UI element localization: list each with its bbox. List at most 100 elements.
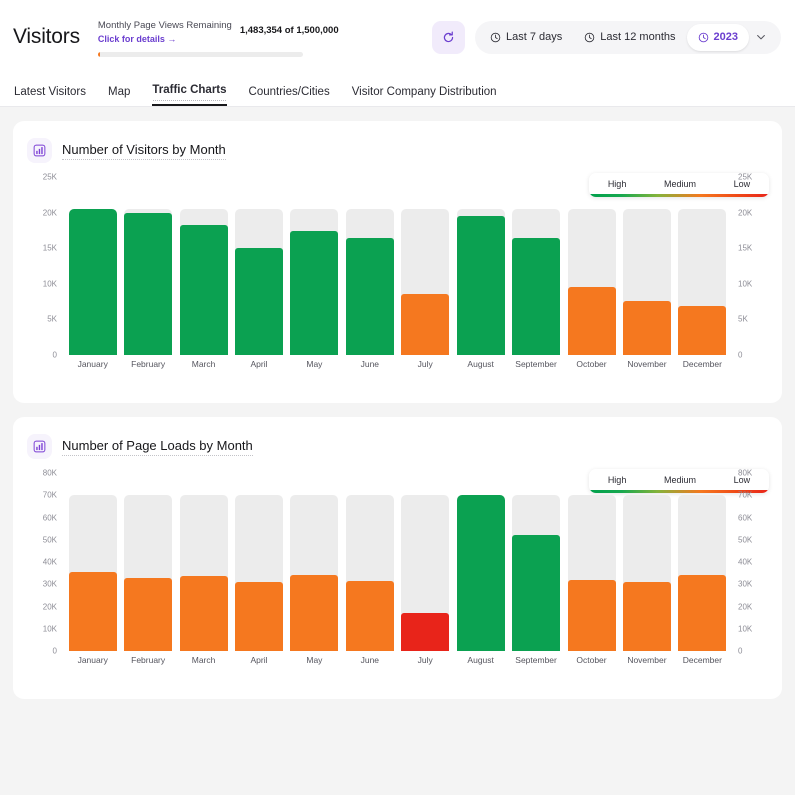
bar-fill (69, 209, 117, 355)
bar-track (678, 209, 726, 355)
bar-track (290, 209, 338, 355)
y-axis-right: 010K20K30K40K50K60K70K80K (738, 473, 768, 651)
charts-content: Number of Visitors by Month High Medium … (0, 107, 795, 699)
y-tick-right: 20K (738, 602, 768, 611)
bar-fill (124, 578, 172, 651)
y-tick-right: 5K (738, 315, 768, 324)
bar-chart-icon (27, 138, 52, 163)
bar-fill (568, 580, 616, 651)
quota-details-link[interactable]: Click for details → (98, 33, 232, 45)
filter-last-7-days-label: Last 7 days (506, 31, 562, 43)
visitors-dashboard: Visitors Monthly Page Views Remaining Cl… (0, 0, 795, 795)
card-title[interactable]: Number of Page Loads by Month (62, 438, 253, 456)
bar-track (290, 495, 338, 651)
y-tick-left: 70K (27, 491, 57, 500)
bar-column[interactable] (675, 177, 730, 355)
bar-track (678, 495, 726, 651)
header-controls: Last 7 days Last 12 months 2023 (432, 21, 781, 54)
x-axis-label: May (287, 655, 342, 665)
bar-column[interactable] (176, 473, 231, 651)
bar-column[interactable] (619, 177, 674, 355)
quota-progress-bar (98, 52, 303, 57)
x-axis-label: August (453, 655, 508, 665)
y-tick-right: 0 (738, 647, 768, 656)
date-range-group: Last 7 days Last 12 months 2023 (475, 21, 781, 54)
bar-column[interactable] (287, 473, 342, 651)
bar-column[interactable] (453, 177, 508, 355)
bar-track (346, 495, 394, 651)
bar-track (401, 209, 449, 355)
bar-column[interactable] (508, 177, 563, 355)
bar-fill (180, 576, 228, 651)
filter-year-2023[interactable]: 2023 (687, 24, 749, 51)
quota-label: Monthly Page Views Remaining (98, 20, 232, 32)
tab-latest-visitors[interactable]: Latest Visitors (14, 86, 86, 106)
bar-column[interactable] (398, 177, 453, 355)
x-axis-labels: JanuaryFebruaryMarchAprilMayJuneJulyAugu… (65, 655, 730, 665)
bar-track (69, 209, 117, 355)
x-axis-label: February (120, 359, 175, 369)
x-axis-label: June (342, 359, 397, 369)
bar-column[interactable] (398, 473, 453, 651)
tab-map[interactable]: Map (108, 86, 130, 106)
bar-column[interactable] (508, 473, 563, 651)
x-axis-label: April (231, 655, 286, 665)
y-axis-right: 05K10K15K20K25K (738, 177, 768, 355)
bar-fill (623, 301, 671, 355)
y-axis-left: 05K10K15K20K25K (27, 177, 57, 355)
page-loads-chart-card: Number of Page Loads by Month High Mediu… (13, 417, 782, 699)
date-range-expand-button[interactable] (749, 31, 777, 43)
bar-fill (457, 495, 505, 651)
bar-column[interactable] (120, 177, 175, 355)
y-tick-right: 0 (738, 351, 768, 360)
x-axis-label: May (287, 359, 342, 369)
bar-track (512, 495, 560, 651)
tab-traffic-charts[interactable]: Traffic Charts (152, 84, 226, 106)
bar-fill (346, 238, 394, 355)
tab-countries-cities[interactable]: Countries/Cities (249, 86, 330, 106)
plot-area (65, 473, 730, 651)
bar-track (623, 209, 671, 355)
bar-fill (69, 572, 117, 651)
bar-column[interactable] (65, 177, 120, 355)
bar-column[interactable] (120, 473, 175, 651)
bar-column[interactable] (176, 177, 231, 355)
bar-column[interactable] (231, 177, 286, 355)
bar-column[interactable] (65, 473, 120, 651)
refresh-icon (442, 31, 455, 44)
y-tick-left: 0 (27, 351, 57, 360)
bar-column[interactable] (675, 473, 730, 651)
card-title[interactable]: Number of Visitors by Month (62, 142, 226, 160)
bar-column[interactable] (564, 473, 619, 651)
y-tick-left: 60K (27, 513, 57, 522)
y-tick-left: 30K (27, 580, 57, 589)
x-axis-label: July (398, 655, 453, 665)
clock-icon (584, 32, 595, 43)
filter-last-7-days[interactable]: Last 7 days (479, 24, 573, 51)
filter-last-12-months[interactable]: Last 12 months (573, 24, 686, 51)
bar-track (124, 209, 172, 355)
y-tick-left: 5K (27, 315, 57, 324)
filter-last-12-months-label: Last 12 months (600, 31, 675, 43)
filter-year-2023-label: 2023 (714, 31, 738, 43)
bar-track (69, 495, 117, 651)
bar-column[interactable] (453, 473, 508, 651)
bar-track (346, 209, 394, 355)
bar-column[interactable] (231, 473, 286, 651)
y-tick-left: 25K (27, 173, 57, 182)
bar-column[interactable] (342, 473, 397, 651)
refresh-button[interactable] (432, 21, 465, 54)
y-tick-left: 10K (27, 624, 57, 633)
tab-visitor-company-distribution[interactable]: Visitor Company Distribution (352, 86, 497, 106)
y-tick-left: 0 (27, 647, 57, 656)
y-tick-right: 60K (738, 513, 768, 522)
x-axis-label: February (120, 655, 175, 665)
quota-count: 1,483,354 of 1,500,000 (240, 25, 339, 36)
y-tick-right: 10K (738, 624, 768, 633)
bar-column[interactable] (287, 177, 342, 355)
bar-column[interactable] (342, 177, 397, 355)
bar-track (512, 209, 560, 355)
page-loads-bar-chart: 010K20K30K40K50K60K70K80K 010K20K30K40K5… (13, 473, 782, 673)
bar-column[interactable] (619, 473, 674, 651)
bar-column[interactable] (564, 177, 619, 355)
